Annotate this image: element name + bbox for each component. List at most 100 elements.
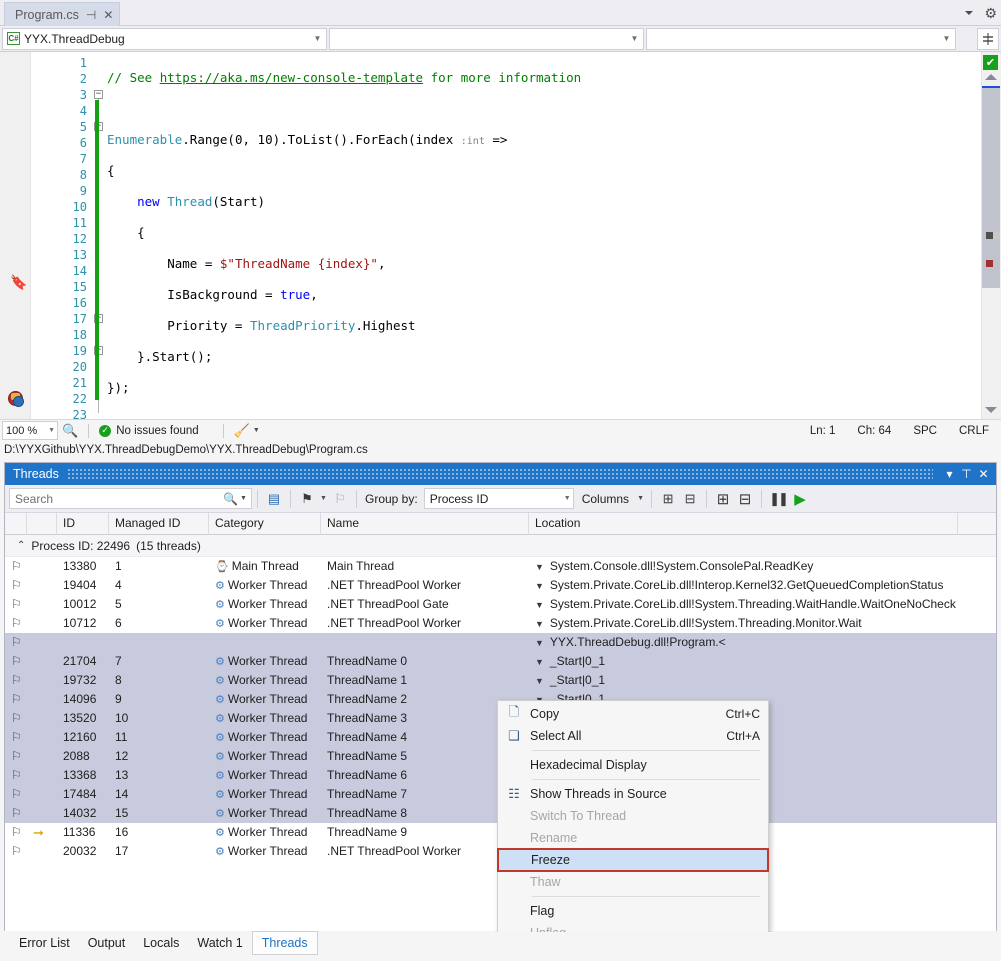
column-header-category[interactable]: Category	[209, 513, 321, 534]
chevron-down-icon[interactable]: ▼	[535, 581, 544, 591]
play-icon[interactable]: ▶	[789, 488, 811, 510]
code-cleanup-icon[interactable]: 🧹	[234, 423, 250, 439]
scrollbar-thumb[interactable]	[982, 88, 1000, 288]
bottom-tab-watch-1[interactable]: Watch 1	[188, 931, 251, 955]
flag-icon[interactable]: ⚐	[5, 614, 27, 633]
bookmark-icon[interactable]: 🔖	[10, 274, 27, 291]
close-icon[interactable]: ✕	[103, 9, 113, 21]
flag-icon[interactable]: ⚐	[5, 709, 27, 728]
flag-icon[interactable]: ⚐	[5, 557, 27, 576]
chevron-down-icon[interactable]: ▼	[318, 488, 329, 510]
flag-icon[interactable]: ⚐	[5, 823, 27, 842]
column-header-location[interactable]: Location	[529, 513, 958, 534]
table-row[interactable]: ⚐ 10012 5 ⚙ Worker Thread .NET ThreadPool Gat…	[5, 595, 996, 614]
gear-icon[interactable]: ⚙	[984, 5, 997, 22]
collapse-all-icon[interactable]: ⊟	[734, 488, 756, 510]
code-editor[interactable]: 🔖 1 2 3 4 5 6 7 8 9 10 11 12 13 14 15 16…	[0, 52, 1001, 419]
flag-icon[interactable]: ⚐	[5, 576, 27, 595]
scroll-down-icon[interactable]	[985, 407, 997, 413]
call-stack-icon[interactable]: ▤	[263, 488, 285, 510]
threads-group-row[interactable]: ⌃ Process ID: 22496 (15 threads)	[5, 535, 996, 557]
group-by-dropdown[interactable]: Process ID ▼	[423, 488, 574, 509]
flag-icon[interactable]: ⚐	[5, 728, 27, 747]
flag-icon[interactable]: ⚐	[5, 671, 27, 690]
menu-item-show-threads-in-source[interactable]: ☷ Show Threads in Source	[498, 783, 768, 805]
eol-indicator[interactable]: CRLF	[959, 425, 989, 437]
column-header-end[interactable]	[958, 513, 996, 534]
chevron-down-icon[interactable]: ▼	[535, 562, 544, 572]
column-header-id[interactable]: ID	[57, 513, 109, 534]
navbar-type-dropdown[interactable]: C# YYX.ThreadDebug ▼	[2, 27, 327, 50]
collapse-box-icon[interactable]: ⊟	[679, 488, 701, 510]
column-header-name[interactable]: Name	[321, 513, 529, 534]
flag-icon[interactable]: ⚐	[5, 804, 27, 823]
editor-scrollbar[interactable]: ✔	[981, 52, 1001, 419]
scroll-up-icon[interactable]	[985, 74, 997, 80]
bottom-tab-locals[interactable]: Locals	[134, 931, 188, 955]
close-icon[interactable]: ✕	[975, 467, 992, 481]
chevron-down-icon[interactable]: ▼	[635, 488, 646, 510]
table-row[interactable]: ⚐ 19404 4 ⚙ Worker Thread .NET ThreadPool Wor…	[5, 576, 996, 595]
chevron-down-icon[interactable]: ▼	[535, 657, 544, 667]
table-row[interactable]: ⚐ 13380 1 ⌚ Main Thread Main Thread ▼ System.Co…	[5, 557, 996, 576]
title-drag-dots[interactable]	[66, 469, 933, 479]
chevron-down-icon[interactable]: ▼	[535, 676, 544, 686]
checkmark-icon[interactable]: ✔	[983, 55, 998, 70]
bottom-tab-threads[interactable]: Threads	[251, 931, 318, 955]
split-window-icon[interactable]	[977, 27, 999, 50]
menu-item-flag[interactable]: Flag	[498, 900, 768, 922]
flag-icon[interactable]: ⚐	[5, 842, 27, 861]
chevron-up-icon[interactable]: ⌃	[17, 540, 25, 551]
editor-glyph-margin[interactable]: 🔖	[0, 52, 31, 419]
table-row[interactable]: ⚐ 19732 8 ⚙ Worker Thread ThreadName 1 ▼ _Start…	[5, 671, 996, 690]
chevron-down-icon[interactable]	[965, 11, 974, 15]
column-header-current[interactable]	[27, 513, 57, 534]
flag-icon[interactable]: ⚐	[5, 633, 27, 652]
chevron-down-icon[interactable]: ▼	[253, 427, 260, 434]
threads-grid-body[interactable]: ⚐ 13380 1 ⌚ Main Thread Main Thread ▼ System.Co…	[5, 557, 996, 932]
table-row[interactable]: ⚐ 10712 6 ⚙ Worker Thread .NET ThreadPool Wor…	[5, 614, 996, 633]
search-input[interactable]: Search 🔍 ▼	[9, 488, 252, 509]
columns-label[interactable]: Columns	[582, 492, 629, 506]
flag-icon[interactable]: ⚐	[5, 785, 27, 804]
magnify-icon[interactable]: 🔍	[62, 423, 78, 439]
breakpoint-conditional-icon[interactable]	[8, 391, 24, 407]
chevron-down-icon[interactable]: ▼	[535, 600, 544, 610]
document-tab-program-cs[interactable]: Program.cs ⊣ ✕	[4, 2, 121, 26]
flag-icon[interactable]: ⚐	[5, 595, 27, 614]
menu-item-select-all[interactable]: ❏ Select All Ctrl+A	[498, 725, 768, 747]
bottom-tab-error-list[interactable]: Error List	[10, 931, 79, 955]
pin-icon[interactable]: ⊣	[86, 9, 96, 21]
pause-icon[interactable]: ❚❚	[767, 488, 789, 510]
flag-icon[interactable]: ⚐	[5, 766, 27, 785]
navbar-third-dropdown[interactable]: ▼	[646, 27, 956, 50]
expand-all-icon[interactable]: ⊞	[712, 488, 734, 510]
line-number: 19	[72, 344, 87, 358]
table-row[interactable]: ⚐ 21704 7 ⚙ Worker Thread ThreadName 0 ▼ _Start…	[5, 652, 996, 671]
spaces-indicator[interactable]: SPC	[913, 425, 937, 437]
navbar-member-dropdown[interactable]: ▼	[329, 27, 644, 50]
expand-box-icon[interactable]: ⊞	[657, 488, 679, 510]
flag-icon[interactable]: ⚐	[5, 690, 27, 709]
menu-item-freeze[interactable]: Freeze	[497, 848, 769, 872]
flag-icon[interactable]: ⚑	[296, 488, 318, 510]
zoom-level-dropdown[interactable]: 100 % ▼	[2, 421, 58, 440]
pin-icon[interactable]: ⊤	[958, 467, 975, 481]
table-row[interactable]: ⚐ ▼YYX.ThreadDebug.dll!Program.<$>g__Star…	[5, 633, 996, 652]
flag-icon[interactable]: ⚐	[5, 652, 27, 671]
bottom-tab-output[interactable]: Output	[79, 931, 135, 955]
column-header-flag[interactable]	[5, 513, 27, 534]
fold-toggle-icon[interactable]: −	[94, 90, 103, 99]
flag-filter-icon[interactable]: ⚐	[329, 488, 351, 510]
chevron-down-icon[interactable]: ▼	[535, 638, 544, 648]
flag-icon[interactable]: ⚐	[5, 747, 27, 766]
search-icon[interactable]: 🔍	[223, 492, 238, 506]
chevron-down-icon[interactable]: ▼	[238, 488, 249, 510]
column-header-managed-id[interactable]: Managed ID	[109, 513, 209, 534]
chevron-down-icon[interactable]: ▾	[941, 467, 958, 481]
menu-item-hexadecimal-display[interactable]: Hexadecimal Display	[498, 754, 768, 776]
threads-context-menu[interactable]: 🗋 Copy Ctrl+C ❏ Select All Ctrl+A Hexadecimal …	[497, 700, 769, 932]
menu-item-copy[interactable]: 🗋 Copy Ctrl+C	[498, 703, 768, 725]
editor-code-text[interactable]: // See https://aka.ms/new-console-templa…	[107, 52, 1001, 419]
chevron-down-icon[interactable]: ▼	[535, 619, 544, 629]
